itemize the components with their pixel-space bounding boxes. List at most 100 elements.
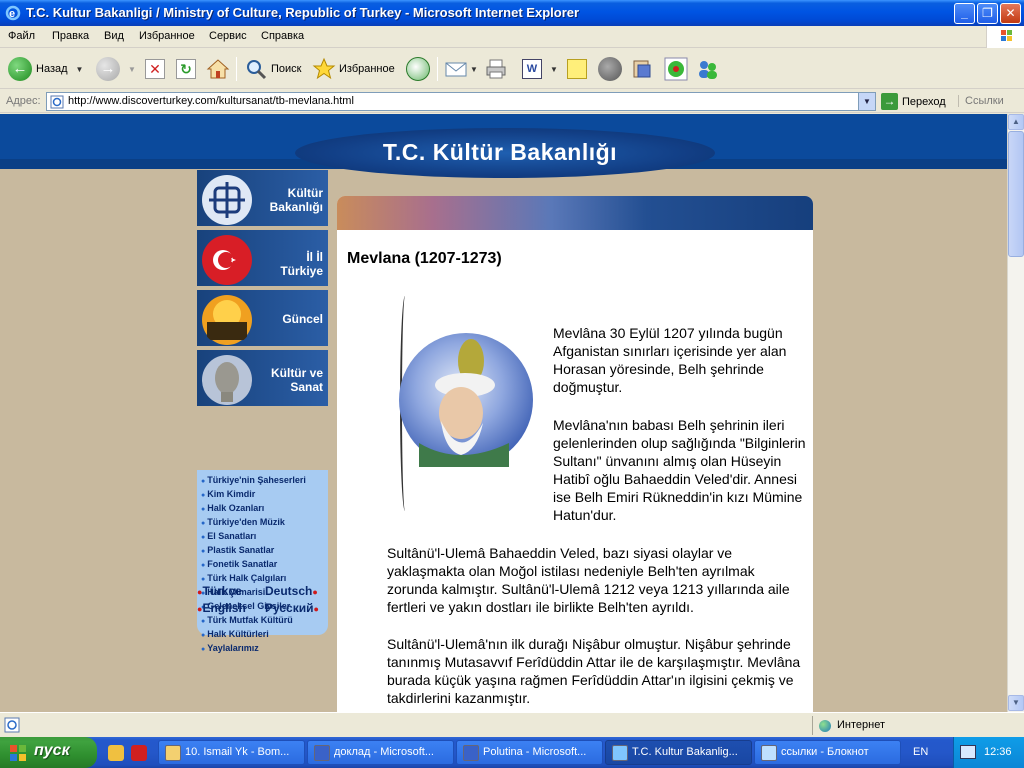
submenu-item[interactable]: Fonetik Sanatlar: [201, 558, 328, 572]
nav-tile-kultur-ve-sanat[interactable]: Kültür ve Sanat: [197, 350, 328, 408]
back-button[interactable]: ← Назад ▼: [8, 55, 83, 83]
web-viewport: T.C. Kültür Bakanlığı Kültür Bakanlığı İ…: [0, 114, 1007, 712]
history-button[interactable]: [406, 55, 430, 83]
start-button[interactable]: пуск: [0, 737, 97, 768]
taskbar-button-ismail[interactable]: 10. Ismail Yk - Bom...: [158, 740, 305, 765]
submenu-item[interactable]: Yaylalarımız: [201, 642, 328, 656]
home-button[interactable]: [206, 55, 230, 83]
messenger-icon: [633, 60, 651, 78]
favorites-button[interactable]: Избранное: [312, 55, 395, 83]
article-paragraph-3: Sultânü'l-Ulemâ Bahaeddin Veled, bazı si…: [387, 545, 790, 615]
forward-button[interactable]: → ▼: [96, 55, 136, 83]
refresh-button[interactable]: ↻: [176, 55, 196, 83]
submenu-item[interactable]: Türkiye'den Müzik: [201, 516, 328, 530]
article-paragraph-4: Sultânü'l-Ulemâ'nın ilk durağı Nişâbur o…: [387, 636, 801, 706]
banner-title: T.C. Kültür Bakanlığı: [382, 139, 618, 165]
edit-button[interactable]: W ▼: [522, 55, 558, 83]
language-indicator[interactable]: EN: [913, 746, 928, 758]
print-button[interactable]: [484, 55, 508, 83]
mail-dropdown-icon[interactable]: ▼: [470, 65, 478, 74]
taskbar-button-notepad[interactable]: ссылки - Блокнот: [754, 740, 901, 765]
menu-favorites[interactable]: Избранное: [139, 30, 195, 42]
back-label: Назад: [36, 63, 68, 75]
submenu-item[interactable]: Halk Ozanları: [201, 502, 328, 516]
statue-face-icon: [202, 355, 252, 405]
task-label: 10. Ismail Yk - Bom...: [185, 746, 290, 758]
menu-help[interactable]: Справка: [261, 30, 304, 42]
research-button[interactable]: [598, 55, 622, 83]
address-dropdown-icon[interactable]: ▼: [858, 93, 875, 110]
system-tray: 12:36: [953, 737, 1024, 768]
search-button[interactable]: Поиск: [244, 55, 301, 83]
forward-dropdown-icon[interactable]: ▼: [128, 65, 136, 74]
network-icon[interactable]: [960, 745, 976, 759]
dancers-icon: [202, 295, 252, 345]
lang-turkish-label: Türkçe: [202, 584, 242, 598]
windows-flag-icon: [10, 745, 26, 761]
mail-button[interactable]: ▼: [444, 55, 478, 83]
links-button[interactable]: Ссылки: [958, 95, 1004, 107]
scroll-up-icon[interactable]: ▲: [1008, 114, 1024, 130]
toolbar-separator: [236, 57, 237, 81]
menu-file[interactable]: Файл: [8, 30, 35, 42]
submenu-item[interactable]: Plastik Sanatlar: [201, 544, 328, 558]
back-dropdown-icon[interactable]: ▼: [76, 65, 84, 74]
go-button[interactable]: → Переход: [881, 93, 946, 110]
site-banner: T.C. Kültür Bakanlığı: [0, 114, 1007, 178]
lang-turkish-link[interactable]: ●Türkçe: [197, 584, 242, 598]
messenger-button[interactable]: [630, 55, 654, 83]
page-icon: [50, 95, 64, 109]
print-icon: [486, 59, 506, 79]
submenu-item[interactable]: Türkiye'nin Şaheserleri: [201, 474, 328, 488]
people-icon: [699, 61, 717, 79]
lang-english-link[interactable]: ●English: [197, 601, 246, 615]
restore-button[interactable]: ❐: [977, 3, 998, 24]
edit-dropdown-icon[interactable]: ▼: [550, 65, 558, 74]
contacts-button[interactable]: [696, 55, 720, 83]
scroll-down-icon[interactable]: ▼: [1008, 695, 1024, 711]
quicklaunch-icon[interactable]: [131, 745, 147, 761]
nav-tile-label: Güncel: [282, 312, 323, 326]
toolbar: ← Назад ▼ → ▼ ✕ ↻ Поиск Избранное ▼ W ▼: [0, 49, 1024, 89]
submenu-item[interactable]: Kim Kimdir: [201, 488, 328, 502]
task-label: доклад - Microsoft...: [334, 746, 434, 758]
submenu-item[interactable]: Türk Mutfak Kültürü: [201, 614, 328, 628]
ie-icon: [612, 745, 628, 761]
scroll-thumb[interactable]: [1008, 131, 1024, 257]
submenu-item[interactable]: Halk Kültürleri: [201, 628, 328, 642]
windows-logo: [986, 26, 1024, 48]
menu-view[interactable]: Вид: [104, 30, 124, 42]
turkish-flag-icon: [202, 235, 252, 285]
status-bar: Интернет: [0, 712, 1024, 737]
menu-tools[interactable]: Сервис: [209, 30, 247, 42]
nav-tile-il-il-turkiye[interactable]: İl İl Türkiye: [197, 230, 328, 288]
taskbar-button-doklad[interactable]: доклад - Microsoft...: [307, 740, 454, 765]
task-label: Polutina - Microsoft...: [483, 746, 587, 758]
lang-german-link[interactable]: Deutsch●: [265, 584, 318, 598]
nav-tile-label: Kültür Bakanlığı: [269, 186, 323, 214]
nav-tile-guncel[interactable]: Güncel: [197, 290, 328, 348]
stop-button[interactable]: ✕: [145, 55, 165, 83]
icq-button[interactable]: [664, 55, 688, 83]
close-button[interactable]: ✕: [1000, 3, 1021, 24]
history-icon: [406, 57, 430, 81]
vertical-scrollbar[interactable]: ▲ ▼: [1007, 114, 1024, 712]
minimize-button[interactable]: _: [954, 3, 975, 24]
zone-label: Интернет: [837, 719, 885, 731]
discuss-button[interactable]: [567, 55, 587, 83]
lang-russian-label: Русский: [265, 601, 314, 615]
bullet-icon: ●: [313, 604, 319, 614]
quicklaunch-icon[interactable]: [108, 745, 124, 761]
taskbar-button-ie[interactable]: T.C. Kultur Bakanlig...: [605, 740, 752, 765]
menu-edit[interactable]: Правка: [52, 30, 89, 42]
submenu-item[interactable]: El Sanatları: [201, 530, 328, 544]
word-edit-icon: W: [522, 59, 542, 79]
taskbar-button-polutina[interactable]: Polutina - Microsoft...: [456, 740, 603, 765]
lang-russian-link[interactable]: Русский●: [265, 601, 319, 615]
nav-tile-kultur-bakanligi[interactable]: Kültür Bakanlığı: [197, 170, 328, 228]
left-nav: Kültür Bakanlığı İl İl Türkiye Güncel Kü…: [197, 170, 329, 653]
back-arrow-icon: ←: [8, 57, 32, 81]
nav-tile-label: İl İl Türkiye: [280, 250, 323, 278]
article-heading: Mevlana (1207-1273): [347, 250, 502, 267]
address-input[interactable]: http://www.discoverturkey.com/kultursana…: [46, 92, 876, 111]
